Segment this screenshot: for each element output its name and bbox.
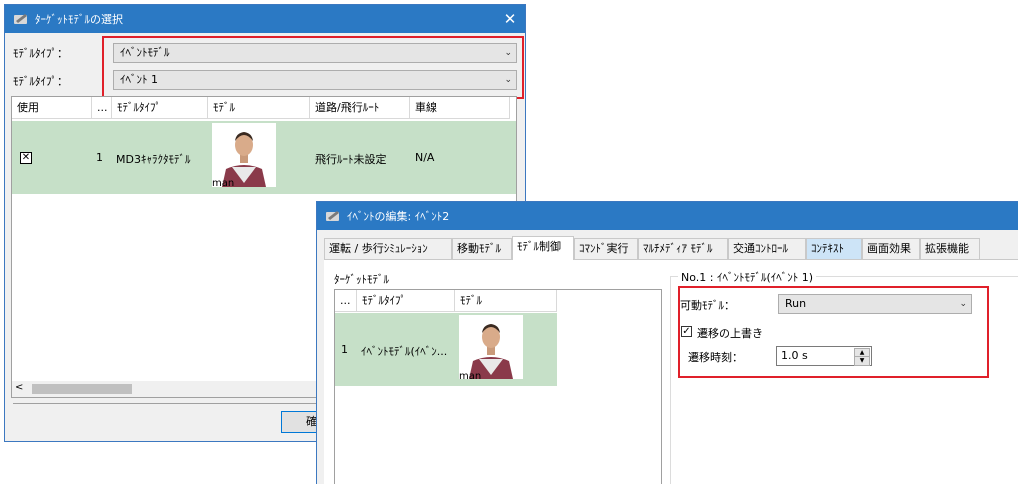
tab-traffic-control[interactable]: 交通ｺﾝﾄﾛｰﾙ <box>728 238 806 260</box>
highlight-box-model-types <box>102 36 524 99</box>
column-header-model-type[interactable]: ﾓﾃﾞﾙﾀｲﾌﾟ <box>357 290 455 312</box>
tab-movement-model[interactable]: 移動ﾓﾃﾞﾙ <box>452 238 512 260</box>
column-header-model[interactable]: ﾓﾃﾞﾙ <box>208 97 310 119</box>
close-icon[interactable]: ✕ <box>501 10 519 28</box>
column-header-model[interactable]: ﾓﾃﾞﾙ <box>455 290 557 312</box>
app-icon <box>325 209 341 223</box>
row-model-caption: man <box>212 178 235 189</box>
model-thumbnail <box>459 315 523 379</box>
scroll-left-icon[interactable]: < <box>15 382 23 393</box>
row-model-caption: man <box>459 371 482 382</box>
target-model-table[interactable]: ... ﾓﾃﾞﾙﾀｲﾌﾟ ﾓﾃﾞﾙ 1 ｲﾍﾞﾝﾄﾓﾃﾞﾙ(ｲﾍﾞﾝ... ma… <box>334 289 662 484</box>
model-type-label-1: ﾓﾃﾞﾙﾀｲﾌﾟ： <box>13 47 68 60</box>
target-model-label: ﾀｰｹﾞｯﾄﾓﾃﾞﾙ <box>334 273 389 286</box>
column-header-model-type[interactable]: ﾓﾃﾞﾙﾀｲﾌﾟ <box>112 97 208 119</box>
table-row[interactable]: ✕ 1 MD3ｷｬﾗｸﾀﾓﾃﾞﾙ man 飛行ﾙｰﾄ未設定 N/A <box>12 121 516 194</box>
column-header-num[interactable]: ... <box>335 290 357 312</box>
use-checkbox[interactable]: ✕ <box>20 152 32 164</box>
row-route: 飛行ﾙｰﾄ未設定 <box>315 153 387 166</box>
tab-model-control[interactable]: ﾓﾃﾞﾙ制御 <box>512 236 574 260</box>
column-header-lane[interactable]: 車線 <box>410 97 510 119</box>
row-model-type: ｲﾍﾞﾝﾄﾓﾃﾞﾙ(ｲﾍﾞﾝ... <box>361 345 448 358</box>
dialog1-titlebar[interactable]: ﾀｰｹﾞｯﾄﾓﾃﾞﾙの選択 ✕ <box>5 5 525 33</box>
group-title: No.1 : ｲﾍﾞﾝﾄﾓﾃﾞﾙ(ｲﾍﾞﾝﾄ 1) <box>678 269 817 285</box>
column-header-route[interactable]: 道路/飛行ﾙｰﾄ <box>310 97 410 119</box>
highlight-box-motion-settings <box>678 286 989 378</box>
dialog2-title: ｲﾍﾞﾝﾄの編集: ｲﾍﾞﾝﾄ2 <box>347 210 450 223</box>
column-header-use[interactable]: 使用 <box>12 97 92 119</box>
row-number: 1 <box>96 151 103 164</box>
tab-driving-walking[interactable]: 運転 / 歩行ｼﾐｭﾚｰｼｮﾝ <box>324 238 452 260</box>
row-model-type: MD3ｷｬﾗｸﾀﾓﾃﾞﾙ <box>116 153 191 166</box>
dialog2-titlebar[interactable]: ｲﾍﾞﾝﾄの編集: ｲﾍﾞﾝﾄ2 <box>317 202 1018 230</box>
scrollbar-thumb[interactable] <box>32 384 132 394</box>
model-type-label-2: ﾓﾃﾞﾙﾀｲﾌﾟ： <box>13 75 68 88</box>
tab-context[interactable]: ｺﾝﾃｷｽﾄ <box>806 238 862 260</box>
column-header-num[interactable]: ... <box>92 97 112 119</box>
row-number: 1 <box>341 343 348 356</box>
app-icon <box>13 12 29 26</box>
dialog1-title: ﾀｰｹﾞｯﾄﾓﾃﾞﾙの選択 <box>35 13 123 26</box>
tab-multimedia-model[interactable]: ﾏﾙﾁﾒﾃﾞｨｱ ﾓﾃﾞﾙ <box>638 238 728 260</box>
tab-screen-effect[interactable]: 画面効果 <box>862 238 920 260</box>
row-lane: N/A <box>415 151 435 164</box>
table-row[interactable]: 1 ｲﾍﾞﾝﾄﾓﾃﾞﾙ(ｲﾍﾞﾝ... man <box>335 313 557 386</box>
tab-extension[interactable]: 拡張機能 <box>920 238 980 260</box>
tab-command-exec[interactable]: ｺﾏﾝﾄﾞ実行 <box>574 238 638 260</box>
